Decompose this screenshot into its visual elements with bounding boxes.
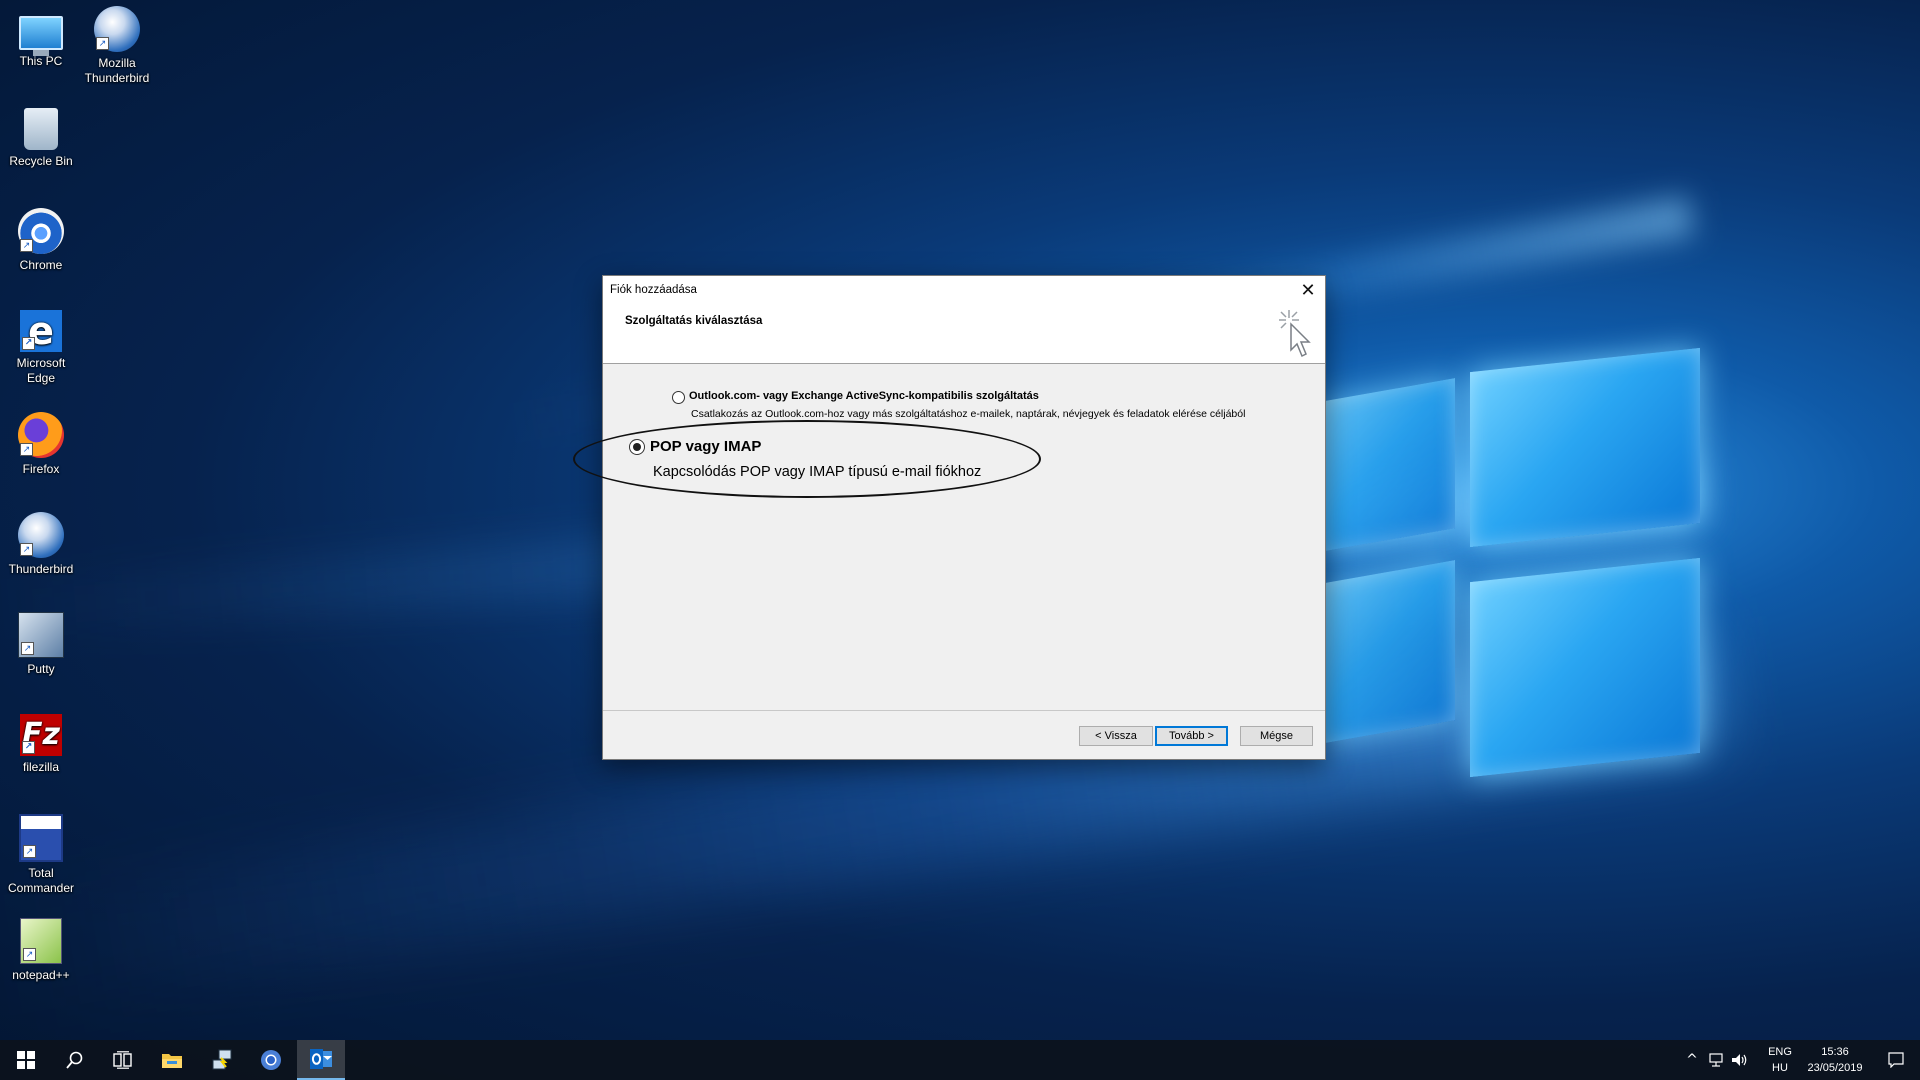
desktop-icon-putty[interactable]: ↗ Putty: [1, 612, 81, 677]
next-button[interactable]: Tovább >: [1155, 726, 1228, 746]
close-icon: ✕: [1300, 280, 1316, 300]
chrome-icon: [261, 1050, 281, 1070]
notepadpp-icon: ↗: [20, 918, 62, 964]
desktop-icon-this-pc[interactable]: This PC: [1, 8, 81, 69]
option-outlook-exchange-description: Csatlakozás az Outlook.com-hoz vagy más …: [691, 408, 1246, 420]
dialog-header: Fiók hozzáadása ✕ Szolgáltatás kiválaszt…: [603, 276, 1325, 364]
option-pop-imap-label[interactable]: POP vagy IMAP: [650, 438, 761, 455]
chrome-taskbar-button[interactable]: [247, 1040, 295, 1080]
thunderbird-icon: ↗: [94, 6, 140, 52]
volume-button[interactable]: [1728, 1040, 1752, 1080]
start-icon: [17, 1051, 35, 1069]
putty-taskbar-button[interactable]: [198, 1040, 246, 1080]
filezilla-icon: Fz ↗: [20, 714, 62, 756]
computer-icon: [19, 16, 63, 56]
back-button[interactable]: < Vissza: [1079, 726, 1153, 746]
show-hidden-icons-button[interactable]: ^: [1680, 1040, 1704, 1080]
putty-icon: ↗: [18, 612, 64, 658]
putty-icon: [212, 1049, 232, 1070]
dialog-heading: Szolgáltatás kiválasztása: [625, 315, 763, 327]
action-center-button[interactable]: [1876, 1040, 1916, 1080]
outlook-taskbar-button[interactable]: [297, 1040, 345, 1080]
footer-divider: [603, 710, 1325, 711]
desktop-icon-filezilla[interactable]: Fz ↗ filezilla: [1, 714, 81, 775]
edge-icon: e ↗: [20, 310, 62, 352]
cancel-button[interactable]: Mégse: [1240, 726, 1313, 746]
add-account-dialog: Fiók hozzáadása ✕ Szolgáltatás kiválaszt…: [573, 275, 1326, 760]
close-button[interactable]: ✕: [1291, 276, 1325, 304]
clock-date: 23/05/2019: [1807, 1062, 1863, 1074]
network-icon: [1709, 1053, 1723, 1067]
task-view-button[interactable]: [99, 1040, 147, 1080]
network-button[interactable]: [1704, 1040, 1728, 1080]
taskbar: ^ ENG HU 15:36 23/05/2019: [0, 1040, 1920, 1080]
desktop-icon-notepadpp[interactable]: ↗ notepad++: [1, 918, 81, 983]
thunderbird-icon: ↗: [18, 512, 64, 558]
desktop-icon-mozilla-thunderbird[interactable]: ↗ Mozilla Thunderbird: [77, 6, 157, 86]
total-commander-icon: ↗: [19, 814, 63, 862]
language-indicator[interactable]: ENG HU: [1762, 1044, 1798, 1076]
chrome-icon: ↗: [18, 208, 64, 254]
outlook-icon: [310, 1049, 332, 1069]
desktop-icon-microsoft-edge[interactable]: e ↗ Microsoft Edge: [1, 310, 81, 386]
radio-outlook-exchange[interactable]: [672, 391, 685, 404]
notification-icon: [1888, 1052, 1904, 1068]
dialog-title: Fiók hozzáadása: [610, 284, 697, 296]
clock[interactable]: 15:36 23/05/2019: [1800, 1044, 1870, 1076]
option-pop-imap-description: Kapcsolódás POP vagy IMAP típusú e-mail …: [653, 464, 982, 480]
search-button[interactable]: [51, 1040, 99, 1080]
locale-code: HU: [1772, 1062, 1788, 1074]
radio-pop-imap[interactable]: [629, 439, 645, 455]
file-explorer-icon: [162, 1054, 182, 1068]
search-icon: [66, 1051, 83, 1069]
highlight-ellipse: [573, 420, 1041, 498]
desktop-icon-recycle-bin[interactable]: Recycle Bin: [1, 108, 81, 169]
recycle-bin-icon: [24, 108, 58, 150]
desktop-icon-total-commander[interactable]: ↗ Total Commander: [1, 814, 81, 896]
firefox-icon: ↗: [18, 412, 64, 458]
desktop-icon-thunderbird[interactable]: ↗ Thunderbird: [1, 512, 81, 577]
option-outlook-exchange-label[interactable]: Outlook.com- vagy Exchange ActiveSync-ko…: [689, 390, 1039, 402]
speaker-icon: [1732, 1054, 1747, 1066]
desktop-icon-chrome[interactable]: ↗ Chrome: [1, 208, 81, 273]
clock-time: 15:36: [1821, 1046, 1849, 1058]
windows-logo-wallpaper: [1320, 340, 1720, 790]
language-code: ENG: [1768, 1046, 1792, 1058]
file-explorer-button[interactable]: [148, 1040, 196, 1080]
chevron-up-icon: ^: [1686, 1052, 1698, 1068]
task-view-icon: [113, 1051, 132, 1069]
desktop-icon-firefox[interactable]: ↗ Firefox: [1, 412, 81, 477]
click-cursor-icon: [1279, 310, 1311, 358]
start-button[interactable]: [2, 1040, 50, 1080]
